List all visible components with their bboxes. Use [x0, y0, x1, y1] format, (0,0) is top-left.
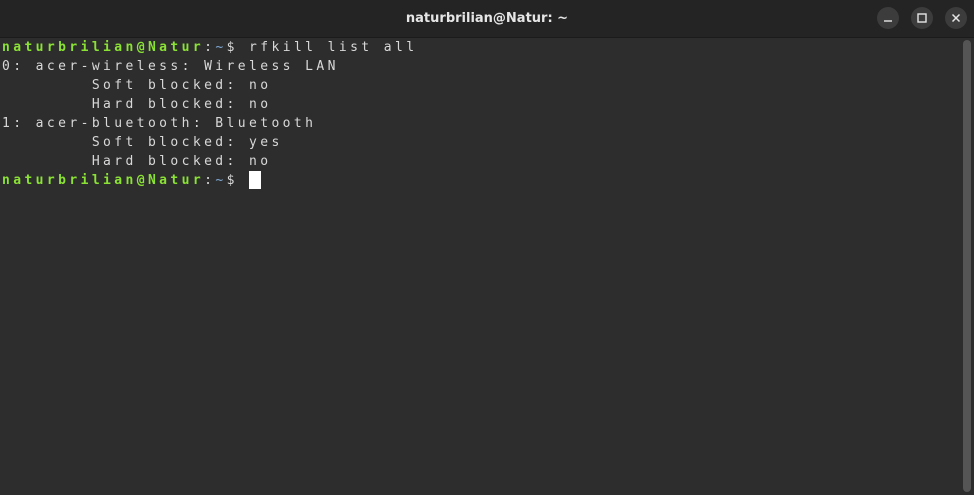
output-line: Hard blocked: no [2, 97, 272, 112]
prompt-symbol: $ [226, 173, 250, 188]
command-line: naturbrilian@Natur:~$ rfkill list all [2, 38, 417, 57]
close-button[interactable] [945, 7, 967, 29]
prompt-separator: : [204, 40, 216, 55]
maximize-button[interactable] [911, 7, 933, 29]
output-line: Soft blocked: yes [2, 135, 283, 150]
title-bar[interactable]: naturbrilian@Natur: ~ [0, 0, 974, 38]
output-line: Soft blocked: no [2, 78, 272, 93]
window-title: naturbrilian@Natur: ~ [405, 11, 569, 26]
terminal-output-area[interactable]: naturbrilian@Natur:~$ rfkill list all 0:… [0, 38, 962, 495]
output-line: Hard blocked: no [2, 154, 272, 169]
minimize-button[interactable] [877, 7, 899, 29]
prompt-path: ~ [215, 173, 227, 188]
prompt-separator: : [204, 173, 216, 188]
output-line: 0: acer-wireless: Wireless LAN [2, 59, 339, 74]
output-line: 1: acer-bluetooth: Bluetooth [2, 116, 317, 131]
prompt-user-host: naturbrilian@Natur [2, 173, 205, 188]
text-cursor [249, 171, 262, 189]
scrollbar[interactable] [963, 40, 971, 492]
prompt-symbol: $ [226, 40, 250, 55]
terminal-window: naturbrilian@Natur: ~ naturbrilian@Natur… [0, 0, 974, 495]
current-prompt-line: naturbrilian@Natur:~$ [2, 171, 262, 190]
prompt-path: ~ [215, 40, 227, 55]
prompt-user-host: naturbrilian@Natur [2, 40, 205, 55]
command-text: rfkill list all [249, 40, 418, 55]
